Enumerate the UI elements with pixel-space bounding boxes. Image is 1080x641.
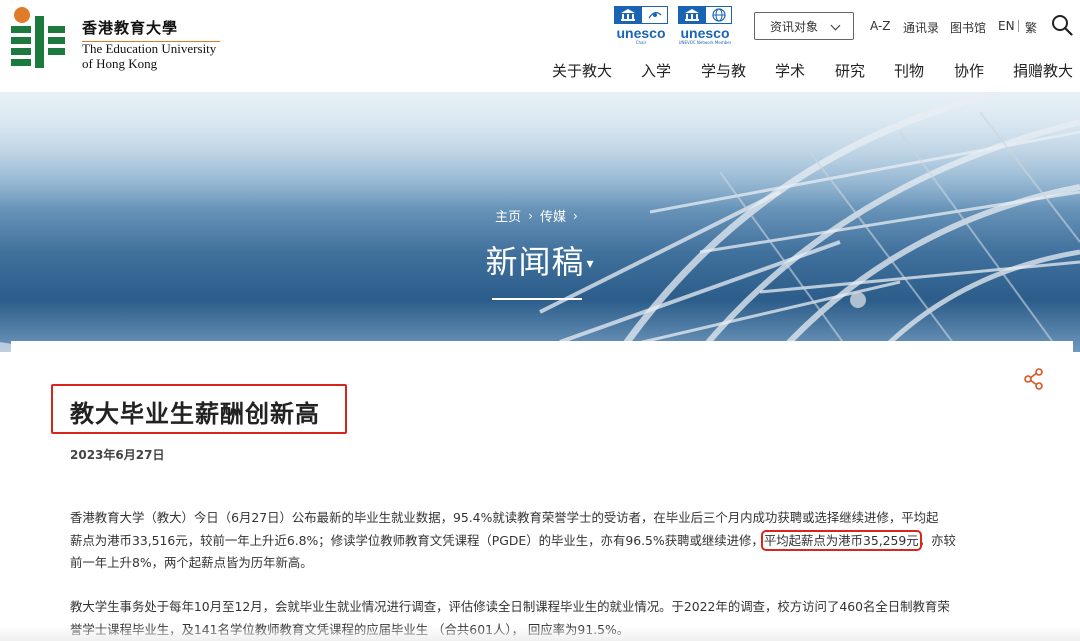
- page: 香港教育大學 The Education University of Hong …: [0, 0, 1080, 641]
- link-directory[interactable]: 通讯录: [903, 19, 939, 36]
- logo-name-en-line1: The Education University: [82, 41, 217, 56]
- chevron-down-icon: [830, 20, 841, 31]
- nav-learning-teaching[interactable]: 学与教: [701, 60, 746, 81]
- unevoc-emblem-icon: [678, 6, 732, 24]
- eduhk-emblem-icon: [11, 7, 65, 68]
- breadcrumb: 主页 › 传媒 ›: [0, 206, 1080, 226]
- search-icon[interactable]: [1051, 14, 1073, 36]
- paragraph-line: 香港教育大学（教大）今日（6月27日）公布最新的毕业生就业数据，95.4%就读教…: [70, 510, 939, 525]
- link-a-z[interactable]: A-Z: [870, 19, 891, 33]
- chevron-right-icon: ›: [573, 208, 578, 223]
- chevron-right-icon: ›: [528, 208, 533, 223]
- nav-publications[interactable]: 刊物: [894, 60, 924, 81]
- resource-audience-label: 资讯对象: [770, 19, 819, 34]
- breadcrumb-home[interactable]: 主页: [495, 206, 521, 225]
- nav-giving[interactable]: 捐赠教大: [1013, 60, 1073, 81]
- bottom-fade: [0, 626, 1080, 641]
- nav-admissions[interactable]: 入学: [641, 60, 671, 81]
- share-icon[interactable]: [1024, 368, 1044, 390]
- page-title[interactable]: 新闻稿 ▾: [0, 237, 1080, 283]
- unesco-emblem-icon: [614, 6, 668, 24]
- hero-banner: 主页 › 传媒 › 新闻稿 ▾: [0, 92, 1080, 352]
- breadcrumb-media[interactable]: 传媒: [540, 206, 566, 225]
- logo-name-en-line2: of Hong Kong: [82, 56, 158, 71]
- link-library[interactable]: 图书馆: [950, 19, 986, 36]
- resource-audience-select[interactable]: 资讯对象: [754, 12, 854, 40]
- unesco-chair-badge[interactable]: unesco Chair: [613, 6, 669, 46]
- caret-down-icon: ▾: [586, 256, 595, 272]
- nav-academics[interactable]: 学术: [775, 60, 805, 81]
- logo-divider: [82, 41, 220, 42]
- unevoc-wordmark: unesco: [680, 25, 730, 41]
- paragraph-line: 薪点为港币33,516元，较前一年上升近6.8%；修读学位教师教育文凭课程（PG…: [70, 529, 1020, 553]
- article-paragraph-1: 香港教育大学（教大）今日（6月27日）公布最新的毕业生就业数据，95.4%就读教…: [70, 507, 1020, 575]
- logo-text: 香港教育大學 The Education University of Hong …: [82, 17, 216, 71]
- nav-collaboration[interactable]: 协作: [954, 60, 984, 81]
- title-underline: [492, 298, 582, 300]
- salary-highlight: 平均起薪点为港币35,259元: [760, 529, 922, 551]
- paragraph-line: 教大学生事务处于每年10月至12月，会就毕业生就业情况进行调查，评估修读全日制课…: [70, 599, 950, 614]
- page-title-text: 新闻稿: [485, 243, 585, 281]
- unevoc-subtitle: UNEVOC Network Member: [678, 40, 732, 45]
- eduhk-logo[interactable]: 香港教育大學 The Education University of Hong …: [8, 6, 228, 72]
- article-title: 教大毕业生薪酬创新高: [70, 400, 320, 428]
- link-english[interactable]: EN: [998, 19, 1015, 33]
- paragraph-text: 薪点为港币33,516元，较前一年上升近6.8%；修读学位教师教育文凭课程（PG…: [70, 532, 764, 548]
- nav-research[interactable]: 研究: [835, 60, 865, 81]
- unesco-subtitle: Chair: [635, 40, 647, 45]
- article-date: 2023年6月27日: [70, 448, 165, 462]
- nav-about[interactable]: 关于教大: [552, 60, 612, 81]
- paragraph-line: 前一年上升8%，两个起薪点皆为历年新高。: [70, 555, 313, 570]
- unesco-unevoc-badge[interactable]: unesco UNEVOC Network Member: [677, 6, 733, 46]
- site-header: 香港教育大學 The Education University of Hong …: [0, 0, 1080, 92]
- unesco-wordmark: unesco: [616, 25, 666, 41]
- logo-name-cn: 香港教育大學: [82, 19, 179, 37]
- link-traditional-chinese[interactable]: 繁: [1025, 19, 1037, 36]
- paragraph-text: ，亦较: [918, 532, 956, 548]
- language-divider: [1018, 20, 1019, 32]
